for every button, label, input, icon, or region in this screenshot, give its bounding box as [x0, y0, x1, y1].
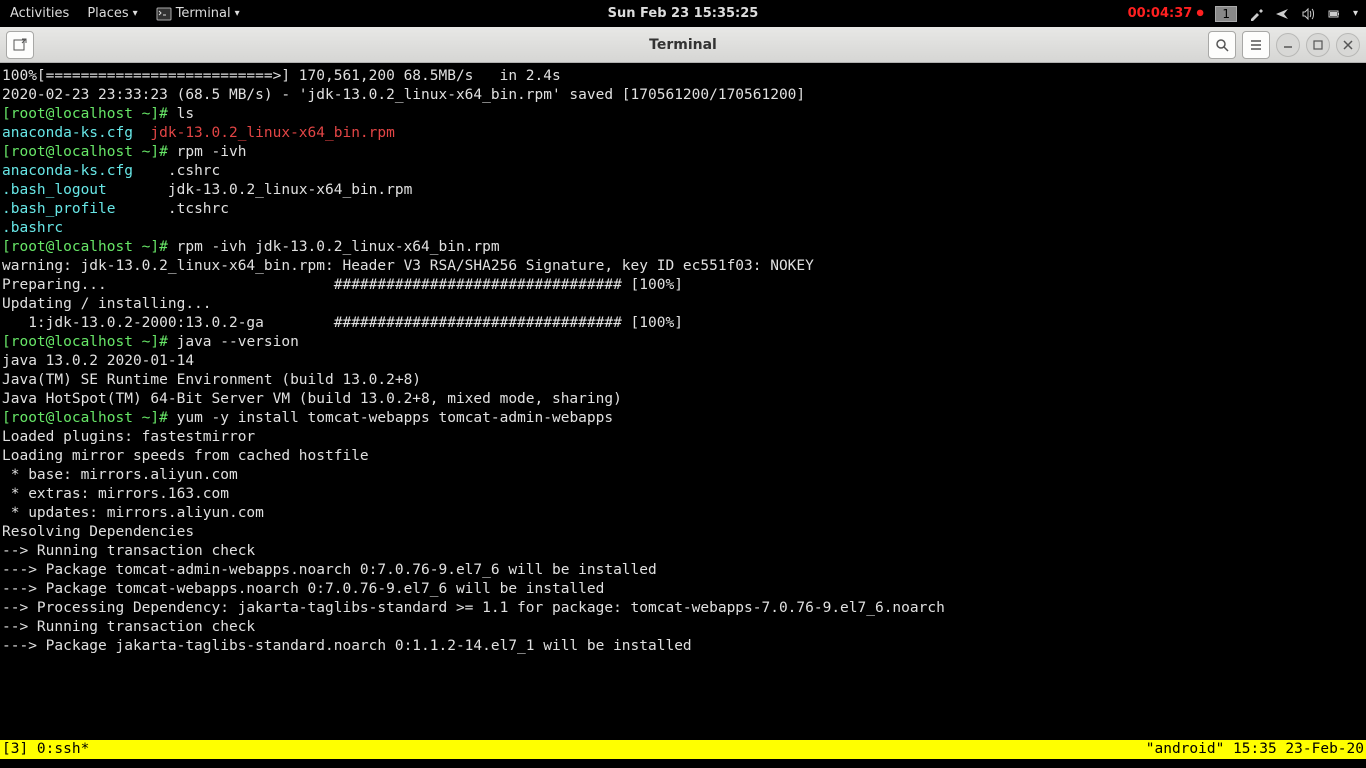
places-label: Places — [87, 6, 128, 21]
terminal-line: .bash_logout jdk-13.0.2_linux-x64_bin.rp… — [2, 181, 1364, 200]
terminal-line: --> Running transaction check — [2, 618, 1364, 637]
terminal-line: Loaded plugins: fastestmirror — [2, 428, 1364, 447]
places-menu[interactable]: Places ▾ — [87, 6, 137, 21]
airplane-icon[interactable] — [1275, 7, 1289, 21]
search-button[interactable] — [1208, 31, 1236, 59]
new-tab-button[interactable] — [6, 31, 34, 59]
terminal-line: Preparing... ###########################… — [2, 276, 1364, 295]
record-icon: ⏺ — [1197, 6, 1204, 21]
statusbar-right: "android" 15:35 23-Feb-20 — [1146, 740, 1364, 759]
minimize-button[interactable] — [1276, 33, 1300, 57]
terminal-line: ---> Package jakarta-taglibs-standard.no… — [2, 637, 1364, 656]
battery-icon[interactable] — [1327, 7, 1341, 21]
colorpicker-icon[interactable] — [1249, 7, 1263, 21]
recording-timer: 00:04:37 ⏺ — [1128, 6, 1204, 21]
terminal-line: * base: mirrors.aliyun.com — [2, 466, 1364, 485]
terminal-line: 2020-02-23 23:33:23 (68.5 MB/s) - 'jdk-1… — [2, 86, 1364, 105]
chevron-down-icon: ▾ — [235, 8, 240, 19]
terminal-line: [root@localhost ~]# java --version — [2, 333, 1364, 352]
terminal-line: Loading mirror speeds from cached hostfi… — [2, 447, 1364, 466]
terminal-line: anaconda-ks.cfg .cshrc — [2, 162, 1364, 181]
terminal-line: [root@localhost ~]# rpm -ivh jdk-13.0.2_… — [2, 238, 1364, 257]
app-menu-label: Terminal — [176, 6, 231, 21]
clock[interactable]: Sun Feb 23 15:35:25 — [608, 6, 759, 21]
app-menu[interactable]: Terminal ▾ — [156, 6, 240, 22]
gnome-topbar: Activities Places ▾ Terminal ▾ Sun Feb 2… — [0, 0, 1366, 27]
workspace-indicator[interactable]: 1 — [1215, 6, 1237, 22]
terminal-line: warning: jdk-13.0.2_linux-x64_bin.rpm: H… — [2, 257, 1364, 276]
terminal-line: * updates: mirrors.aliyun.com — [2, 504, 1364, 523]
terminal-line: .bash_profile .tcshrc — [2, 200, 1364, 219]
terminal-line: [root@localhost ~]# ls — [2, 105, 1364, 124]
window-titlebar: Terminal — [0, 27, 1366, 63]
terminal-line: ---> Package tomcat-webapps.noarch 0:7.0… — [2, 580, 1364, 599]
terminal-line: 1:jdk-13.0.2-2000:13.0.2-ga ############… — [2, 314, 1364, 333]
terminal-line: --> Processing Dependency: jakarta-tagli… — [2, 599, 1364, 618]
window-title: Terminal — [649, 37, 717, 53]
terminal-line: anaconda-ks.cfg jdk-13.0.2_linux-x64_bin… — [2, 124, 1364, 143]
volume-icon[interactable] — [1301, 7, 1315, 21]
terminal-line: Java(TM) SE Runtime Environment (build 1… — [2, 371, 1364, 390]
chevron-down-icon: ▾ — [133, 8, 138, 19]
terminal-line: Java HotSpot(TM) 64-Bit Server VM (build… — [2, 390, 1364, 409]
terminal-icon — [156, 6, 172, 22]
close-button[interactable] — [1336, 33, 1360, 57]
terminal-line: .bashrc — [2, 219, 1364, 238]
terminal-line: [root@localhost ~]# rpm -ivh — [2, 143, 1364, 162]
terminal-line: java 13.0.2 2020-01-14 — [2, 352, 1364, 371]
terminal-line: ---> Package tomcat-admin-webapps.noarch… — [2, 561, 1364, 580]
terminal-line: Updating / installing... — [2, 295, 1364, 314]
terminal-line: --> Running transaction check — [2, 542, 1364, 561]
chevron-down-icon[interactable]: ▾ — [1353, 8, 1358, 19]
terminal-line: 100%[==========================>] 170,56… — [2, 67, 1364, 86]
terminal-output: 100%[==========================>] 170,56… — [2, 67, 1364, 656]
statusbar-left: [3] 0:ssh* — [2, 740, 89, 759]
terminal-viewport[interactable]: 100%[==========================>] 170,56… — [0, 63, 1366, 768]
terminal-line: * extras: mirrors.163.com — [2, 485, 1364, 504]
maximize-button[interactable] — [1306, 33, 1330, 57]
activities-button[interactable]: Activities — [10, 6, 69, 21]
hamburger-menu-button[interactable] — [1242, 31, 1270, 59]
tmux-statusbar: [3] 0:ssh* "android" 15:35 23-Feb-20 — [0, 740, 1366, 759]
terminal-line: [root@localhost ~]# yum -y install tomca… — [2, 409, 1364, 428]
terminal-line: Resolving Dependencies — [2, 523, 1364, 542]
